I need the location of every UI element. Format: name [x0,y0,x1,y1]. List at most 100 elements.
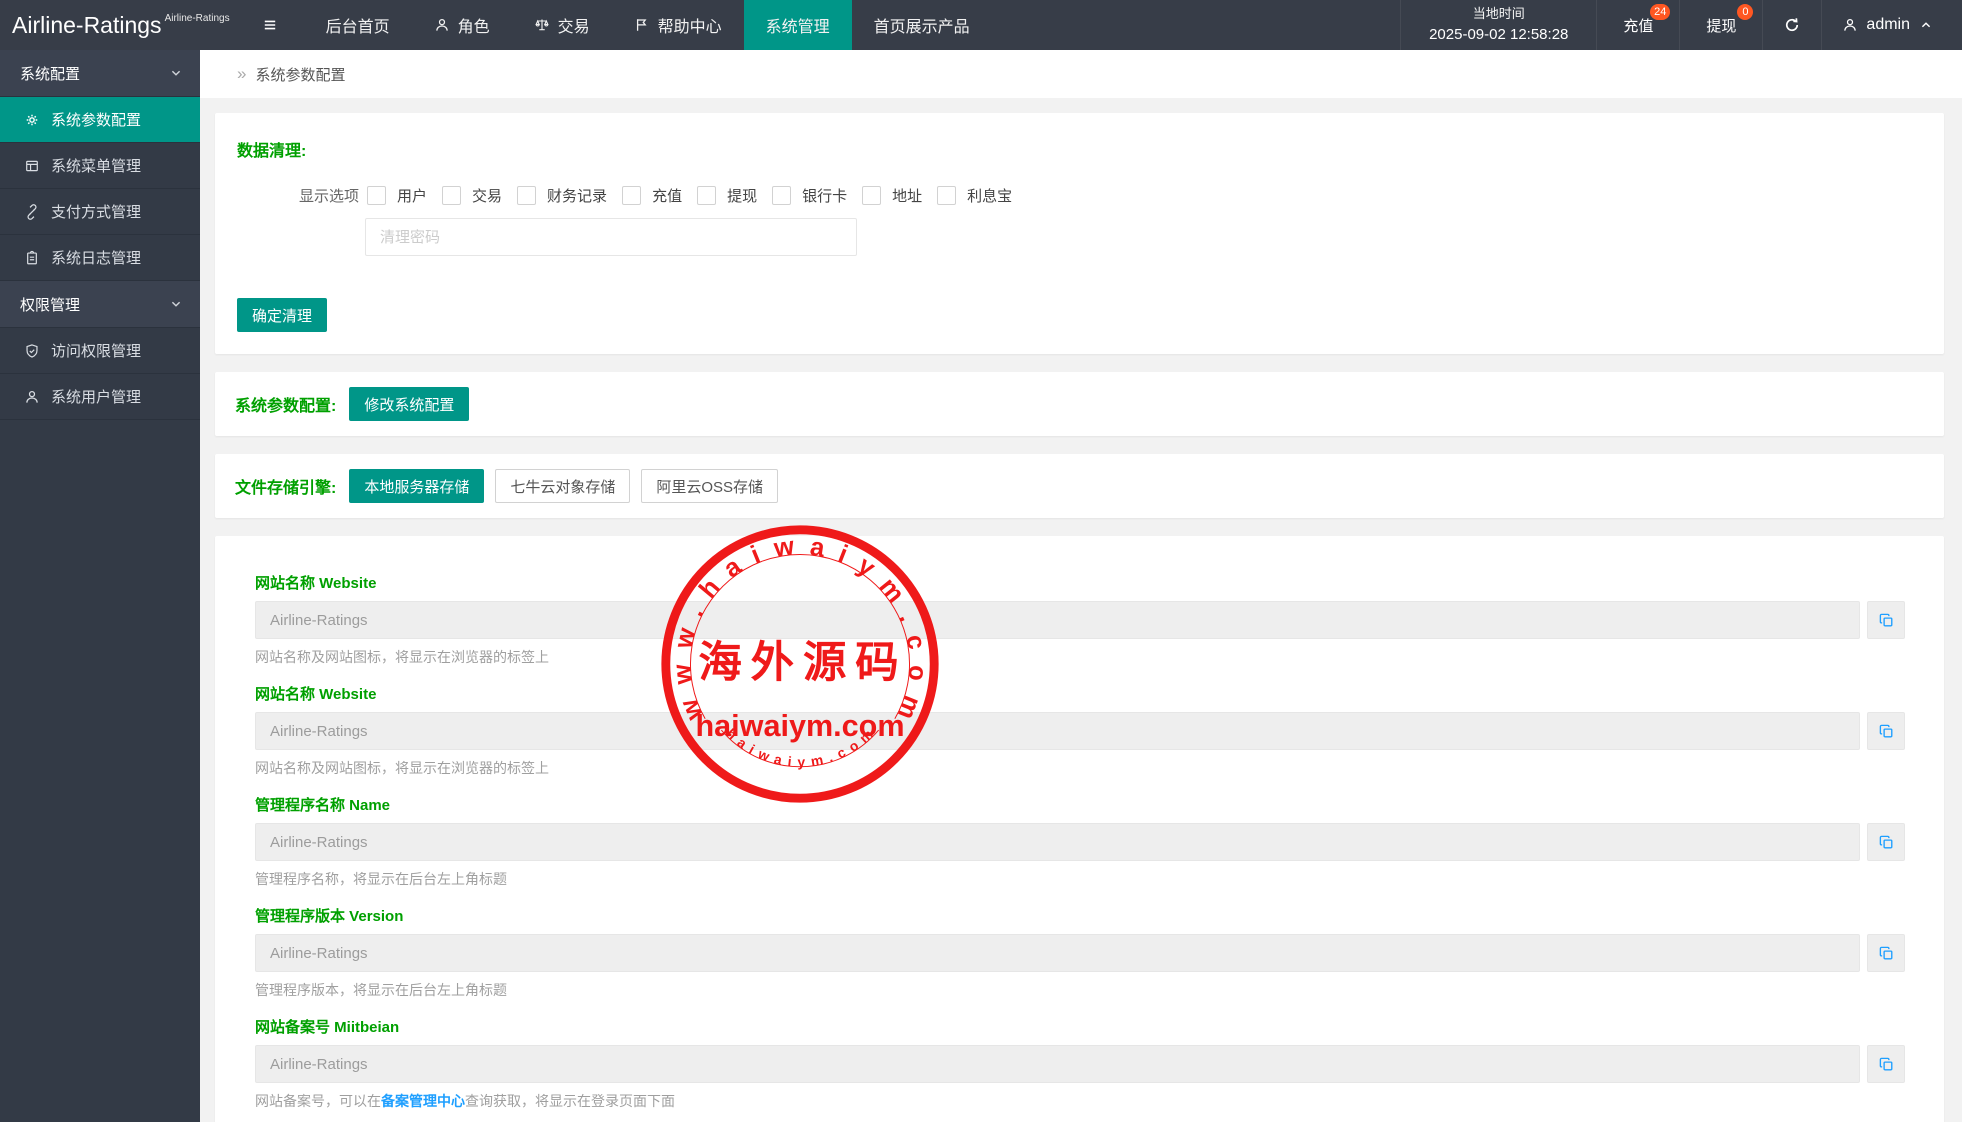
shield-icon [24,343,40,359]
nav-item-label: 交易 [558,13,590,37]
field-label: 网站备案号 Miitbeian [255,1016,1905,1037]
sidebar-item[interactable]: 系统用户管理 [0,374,200,420]
chevron-down-icon [168,296,184,312]
nav-item-0[interactable]: 后台首页 [304,0,412,50]
field-input-row [255,1045,1905,1083]
nav-item-3[interactable]: 帮助中心 [612,0,744,50]
copy-button[interactable] [1867,601,1905,639]
breadcrumb-current: 系统参数配置 [255,64,345,85]
checkbox[interactable] [772,186,791,205]
checkbox-option[interactable]: 地址 [862,185,922,206]
user-menu[interactable]: admin [1821,0,1962,50]
user-icon [24,389,40,405]
field-label: 网站名称 Website [255,683,1905,704]
nav-item-label: 角色 [458,13,490,37]
nav-item-label: 后台首页 [326,13,390,37]
nav-item-2[interactable]: 交易 [512,0,612,50]
form-field: 管理程序版本 Version管理程序版本，将显示在后台左上角标题 [255,905,1905,1000]
checkbox-label: 财务记录 [547,185,607,206]
user-icon [1842,17,1858,33]
sidebar-item-label: 系统日志管理 [51,247,141,268]
app-title: Airline-Ratings [12,12,162,39]
recharge-label: 充值 [1623,15,1653,36]
person-icon [434,17,450,33]
nav-item-5[interactable]: 首页展示产品 [852,0,992,50]
param-config-label: 系统参数配置: [235,392,336,416]
copy-icon [1878,834,1895,851]
copy-button[interactable] [1867,934,1905,972]
clean-password-input[interactable] [365,218,857,256]
field-input[interactable] [255,823,1860,861]
clean-options: 用户交易 财务记录充值 提现银行卡地址利息宝 [367,185,1012,206]
sidebar-item[interactable]: 支付方式管理 [0,189,200,235]
confirm-clean-button[interactable]: 确定清理 [237,298,327,332]
field-input[interactable] [255,712,1860,750]
field-help: 网站名称及网站图标，将显示在浏览器的标签上 [255,647,1905,667]
checkbox[interactable] [697,186,716,205]
sidebar-item[interactable]: 系统参数配置 [0,97,200,143]
checkbox[interactable] [862,186,881,205]
checkbox-option[interactable]: 利息宝 [937,185,1012,206]
checkbox[interactable] [937,186,956,205]
sidebar-item-label: 系统用户管理 [51,386,141,407]
refresh-button[interactable] [1762,0,1821,50]
content-area: 数据清理: 显示选项 用户交易财务记录充值提现银行卡地址利息宝 确定清理 系统参… [200,98,1962,1122]
app-subtitle: Airline-Ratings [165,13,230,24]
copy-button[interactable] [1867,1045,1905,1083]
storage-engine-card: 文件存储引擎: 本地服务器存储七牛云对象存储阿里云OSS存储 [215,454,1944,518]
field-input[interactable] [255,1045,1860,1083]
clipboard-icon [24,250,40,266]
checkbox-option[interactable]: 提现 [697,185,757,206]
storage-option-button[interactable]: 阿里云OSS存储 [641,469,778,503]
field-input[interactable] [255,934,1860,972]
body-row: 系统配置系统参数配置系统菜单管理支付方式管理系统日志管理权限管理访问权限管理系统… [0,50,1962,1122]
withdraw-badge: 0 [1737,4,1753,20]
link-icon [24,204,40,220]
sidebar-toggle-button[interactable] [244,0,296,50]
copy-button[interactable] [1867,823,1905,861]
nav-item-4[interactable]: 系统管理 [744,0,852,50]
field-input[interactable] [255,601,1860,639]
checkbox-option[interactable]: 交易 [442,185,502,206]
chevron-down-icon [168,65,184,81]
sidebar-item[interactable]: 系统菜单管理 [0,143,200,189]
checkbox-label: 提现 [727,185,757,206]
sidebar-group-label: 系统配置 [20,63,80,84]
window-icon [24,158,40,174]
modify-config-button[interactable]: 修改系统配置 [349,387,469,421]
beian-center-link[interactable]: 备案管理中心 [381,1093,465,1109]
copy-button[interactable] [1867,712,1905,750]
checkbox[interactable] [517,186,536,205]
form-field: 管理程序名称 Name管理程序名称，将显示在后台左上角标题 [255,794,1905,889]
admin-page: Airline-Ratings Airline-Ratings 后台首页角色交易… [0,0,1962,1122]
checkbox[interactable] [367,186,386,205]
recharge-nav-item[interactable]: 充值 24 [1596,0,1679,50]
checkbox-option[interactable]: 财务记录 [517,185,607,206]
storage-option-button[interactable]: 七牛云对象存储 [495,469,630,503]
nav-item-1[interactable]: 角色 [412,0,512,50]
withdraw-label: 提现 [1706,15,1736,36]
checkbox-option[interactable]: 银行卡 [772,185,847,206]
checkbox-label: 用户 [397,185,427,206]
field-label: 网站名称 Website [255,572,1905,593]
sidebar-item[interactable]: 访问权限管理 [0,328,200,374]
sidebar-item[interactable]: 系统日志管理 [0,235,200,281]
sidebar-item-label: 支付方式管理 [51,201,141,222]
storage-option-button[interactable]: 本地服务器存储 [349,469,484,503]
field-input-row [255,823,1905,861]
withdraw-nav-item[interactable]: 提现 0 [1679,0,1762,50]
local-time-value: 2025-09-02 12:58:28 [1429,24,1568,47]
checkbox-option[interactable]: 充值 [622,185,682,206]
display-options-row: 显示选项 用户交易财务记录充值提现银行卡地址利息宝 [299,185,1922,206]
sidebar-group-header[interactable]: 权限管理 [0,281,200,328]
field-input-row [255,934,1905,972]
flag-icon [634,17,650,33]
sidebar-group-header[interactable]: 系统配置 [0,50,200,97]
form-field: 网站备案号 Miitbeian网站备案号，可以在备案管理中心查询获取，将显示在登… [255,1016,1905,1111]
checkbox-option[interactable]: 用户 [367,185,427,206]
checkbox[interactable] [622,186,641,205]
sidebar-group-label: 权限管理 [20,294,80,315]
field-help: 管理程序名称，将显示在后台左上角标题 [255,869,1905,889]
checkbox[interactable] [442,186,461,205]
sidebar-item-label: 访问权限管理 [51,340,141,361]
